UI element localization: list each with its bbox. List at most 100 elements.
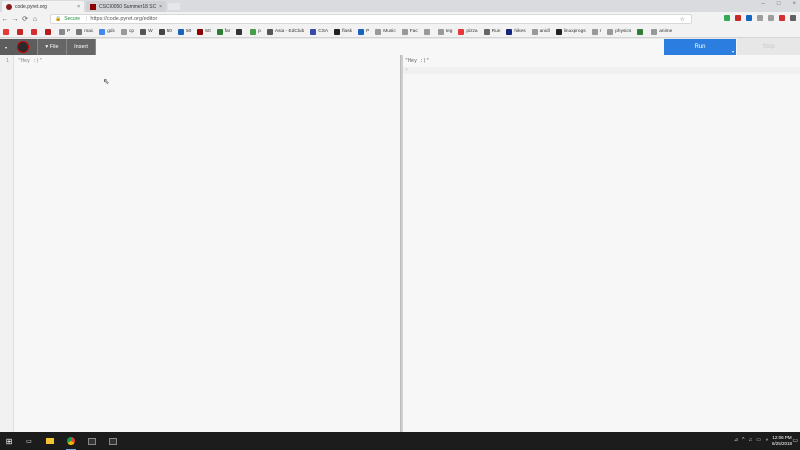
bookmark-item[interactable]: linuxprogs: [555, 28, 586, 35]
reload-icon[interactable]: ⟳: [20, 15, 30, 23]
bookmark-item[interactable]: CSA: [310, 28, 329, 35]
bookmark-item[interactable]: W: [140, 28, 153, 35]
bookmark-item[interactable]: [423, 28, 432, 35]
bookmark-star-icon[interactable]: ☆: [680, 16, 685, 23]
windows-start-icon[interactable]: ⊞: [4, 436, 14, 446]
tray-icon[interactable]: ^: [742, 437, 744, 443]
bookmark-item[interactable]: Asia - EdClub: [266, 28, 305, 35]
bookmark-item[interactable]: P: [358, 28, 369, 35]
task-view-icon[interactable]: ▭: [24, 436, 34, 446]
home-icon[interactable]: ⌂: [30, 16, 40, 23]
window-controls: – □ ×: [762, 1, 796, 7]
bookmark-favicon-icon: [401, 28, 408, 35]
bookmark-item[interactable]: [45, 28, 53, 35]
bookmark-item[interactable]: 50: [177, 28, 191, 35]
bookmark-label: p: [258, 29, 261, 34]
close-window-icon[interactable]: ×: [792, 1, 796, 7]
file-button[interactable]: ▾ File: [38, 39, 67, 55]
tray-icon[interactable]: ▭: [756, 437, 761, 443]
bookmark-favicon-icon: [458, 28, 465, 35]
bookmark-item[interactable]: physics: [607, 28, 632, 35]
bookmark-favicon-icon: [334, 28, 341, 35]
tray-icon[interactable]: ◑: [765, 437, 768, 443]
bookmark-item[interactable]: anime: [651, 28, 672, 35]
extension-icon[interactable]: [757, 15, 763, 21]
bookmark-favicon-icon: [437, 28, 444, 35]
bookmark-item[interactable]: 50: [158, 28, 172, 35]
bookmark-item[interactable]: far: [216, 28, 230, 35]
prompt-icon: ›: [405, 67, 409, 73]
tab-code-pyret[interactable]: code.pyret.org ×: [2, 1, 84, 12]
bookmark-item[interactable]: r: [591, 28, 601, 35]
mouse-cursor-icon: ⇖: [103, 77, 110, 86]
extension-icon[interactable]: [768, 15, 774, 21]
bookmark-item[interactable]: cp: [121, 28, 135, 35]
bookmark-favicon-icon: [531, 28, 538, 35]
tab-csci0050[interactable]: CSCI0050 Summer18 SC ×: [86, 1, 166, 12]
menu-icon[interactable]: [790, 15, 796, 21]
back-icon[interactable]: ←: [0, 16, 10, 23]
bookmark-favicon-icon: [250, 28, 257, 35]
bookmark-item[interactable]: mac: [76, 28, 93, 35]
extension-icon[interactable]: [746, 15, 752, 21]
bookmark-favicon-icon: [555, 28, 562, 35]
repl-input[interactable]: ›: [403, 67, 800, 74]
bookmark-item[interactable]: gdc: [99, 28, 115, 35]
bookmark-favicon-icon: [266, 28, 273, 35]
bookmark-label: CSA: [318, 29, 329, 34]
bookmarks-bar: Pmac gdc cp W 50 50 50 far p Asia - EdClub CSA flas…: [0, 26, 800, 38]
terminal-icon[interactable]: [87, 436, 97, 446]
run-button[interactable]: Run ▾: [664, 39, 736, 55]
chrome-icon[interactable]: [66, 436, 76, 450]
extension-icon[interactable]: [735, 15, 741, 21]
line-number-gutter: 1: [0, 55, 14, 432]
system-tray: ⊿ ^ ♫ ▭ ◑: [734, 437, 768, 443]
omnibox-separator: |: [86, 16, 88, 22]
notification-icon[interactable]: ▭: [792, 437, 798, 444]
bookmark-label: Asia - EdClub: [274, 29, 305, 34]
tab-close-icon[interactable]: ×: [159, 4, 162, 10]
tray-icon[interactable]: ♫: [748, 437, 752, 443]
bookmark-favicon-icon: [637, 28, 644, 35]
bookmark-item[interactable]: P: [59, 28, 70, 35]
run-dropdown-icon[interactable]: ▾: [732, 49, 734, 54]
bookmark-item[interactable]: p: [250, 28, 261, 35]
bookmark-item[interactable]: [31, 28, 39, 35]
extension-icon[interactable]: [724, 15, 730, 21]
brown-favicon-icon: [90, 3, 96, 10]
tab-title: CSCI0050 Summer18 SC: [99, 3, 157, 10]
definitions-editor[interactable]: 1 "Hey :)" ⇖: [0, 55, 400, 432]
tray-icon[interactable]: ⊿: [734, 437, 738, 443]
forward-icon[interactable]: →: [10, 16, 20, 23]
pyret-menu-button[interactable]: ▾: [0, 39, 38, 55]
maximize-icon[interactable]: □: [777, 1, 781, 7]
bookmark-item[interactable]: [236, 28, 244, 35]
stop-button[interactable]: Stop: [737, 39, 800, 55]
bookmark-item[interactable]: hikes: [506, 28, 526, 35]
terminal-icon[interactable]: [108, 436, 118, 446]
bookmark-item[interactable]: pizza: [458, 28, 478, 35]
bookmark-item[interactable]: Music: [375, 28, 396, 35]
extension-icon[interactable]: [779, 15, 785, 21]
file-explorer-icon[interactable]: [45, 436, 55, 446]
minimize-icon[interactable]: –: [762, 1, 765, 7]
code-line[interactable]: "Hey :)": [18, 58, 42, 64]
bookmark-item[interactable]: anidl: [531, 28, 550, 35]
bookmark-item[interactable]: teg: [437, 28, 452, 35]
address-bar[interactable]: 🔒 Secure | https://code.pyret.org/editor…: [50, 14, 692, 24]
bookmark-label: pizza: [466, 29, 478, 34]
bookmark-item[interactable]: flask: [334, 28, 352, 35]
interactions-pane[interactable]: "Hey :)" ›: [403, 55, 800, 432]
clock[interactable]: 12:06 PM 6/25/2018: [772, 435, 792, 447]
insert-button[interactable]: Insert: [67, 39, 96, 55]
bookmark-label: cp: [129, 29, 135, 34]
new-tab-button[interactable]: [168, 3, 180, 10]
bookmark-item[interactable]: 50: [197, 28, 211, 35]
tab-close-icon[interactable]: ×: [77, 4, 80, 10]
bookmark-label: physics: [615, 29, 632, 34]
bookmark-item[interactable]: Run: [483, 28, 500, 35]
bookmark-item[interactable]: [637, 28, 645, 35]
bookmark-item[interactable]: [3, 28, 11, 35]
bookmark-item[interactable]: [17, 28, 25, 35]
bookmark-item[interactable]: Fac: [401, 28, 418, 35]
